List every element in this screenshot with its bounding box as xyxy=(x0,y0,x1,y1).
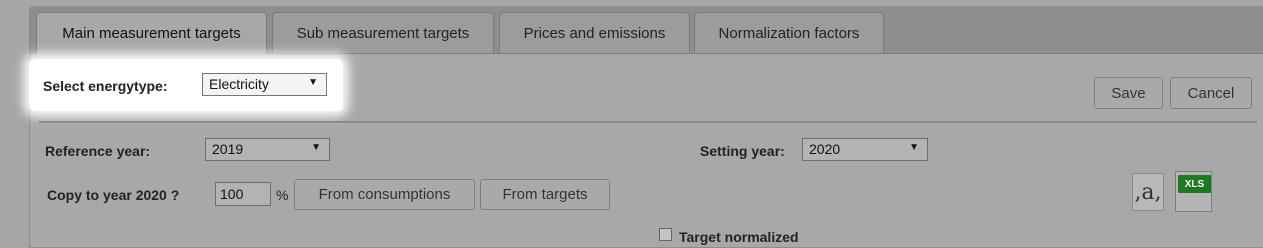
target-normalized-label: Target normalized xyxy=(679,229,799,245)
percent-sign: % xyxy=(276,187,289,203)
cancel-button[interactable]: Cancel xyxy=(1170,77,1252,109)
reference-year-select[interactable]: 2019 ▼ xyxy=(205,138,330,161)
csv-export-icon[interactable]: ,a, xyxy=(1132,173,1164,211)
reference-year-label: Reference year: xyxy=(45,143,151,159)
setting-year-label: Setting year: xyxy=(700,143,785,159)
tab-main-measurement-targets[interactable]: Main measurement targets xyxy=(36,12,267,54)
copy-percent-input[interactable]: 100 xyxy=(215,182,271,206)
xls-tag: XLS xyxy=(1178,175,1211,193)
target-normalized-checkbox[interactable] xyxy=(659,228,672,241)
setting-year-select[interactable]: 2020 ▼ xyxy=(802,138,928,161)
reference-year-value: 2019 xyxy=(212,141,244,157)
energytype-select[interactable]: Electricity ▼ xyxy=(202,73,327,96)
tab-bar: Main measurement targets Sub measurement… xyxy=(30,7,1263,54)
chevron-down-icon: ▼ xyxy=(311,142,321,153)
section-divider xyxy=(39,121,1257,123)
from-consumptions-button[interactable]: From consumptions xyxy=(294,179,475,210)
chevron-down-icon: ▼ xyxy=(308,77,318,88)
tab-prices-and-emissions[interactable]: Prices and emissions xyxy=(499,12,690,53)
tab-sub-measurement-targets[interactable]: Sub measurement targets xyxy=(272,12,494,53)
setting-year-value: 2020 xyxy=(809,141,841,157)
save-button[interactable]: Save xyxy=(1094,77,1163,109)
copy-to-year-label: Copy to year 2020 ? xyxy=(47,187,180,203)
energytype-label: Select energytype: xyxy=(43,78,168,94)
from-targets-button[interactable]: From targets xyxy=(480,179,610,210)
csv-glyph: ,a, xyxy=(1134,179,1162,205)
chevron-down-icon: ▼ xyxy=(909,142,919,153)
xls-export-icon[interactable]: XLS xyxy=(1175,171,1212,212)
tab-normalization-factors[interactable]: Normalization factors xyxy=(694,12,884,53)
energytype-value: Electricity xyxy=(209,76,269,92)
main-panel: Main measurement targets Sub measurement… xyxy=(29,6,1263,248)
